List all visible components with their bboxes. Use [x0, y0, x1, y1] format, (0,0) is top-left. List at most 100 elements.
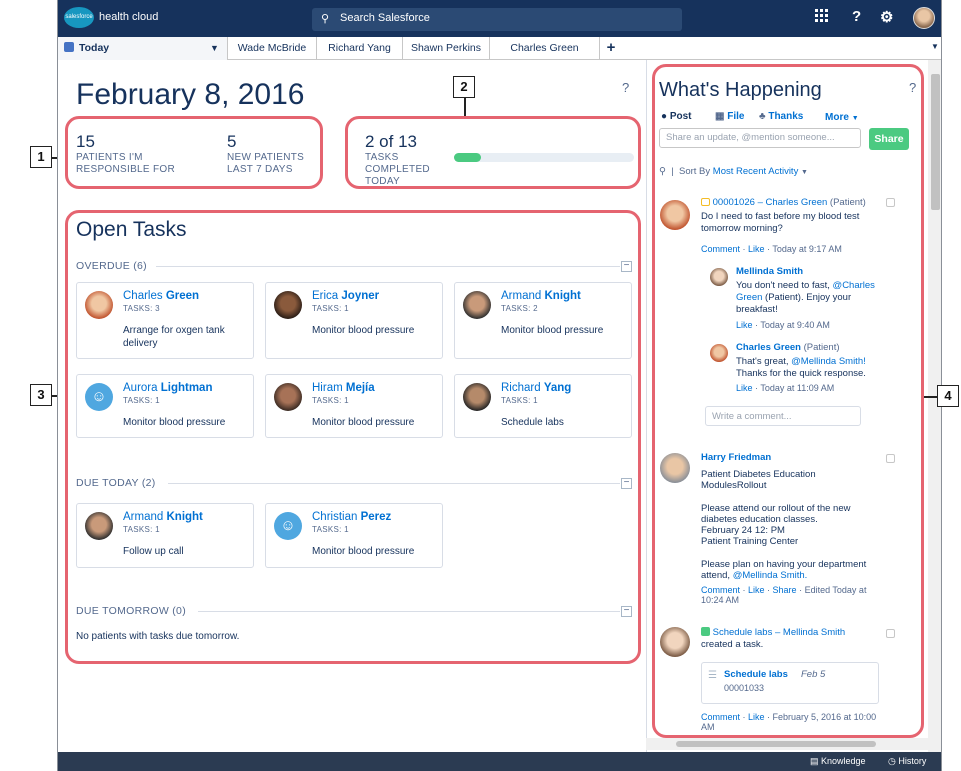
comment-link[interactable]: Comment	[701, 712, 740, 722]
reply-avatar	[710, 268, 728, 286]
patient-name[interactable]: Erica Joyner	[312, 290, 379, 302]
due-tomorrow-collapse-button[interactable]: −	[621, 606, 632, 617]
tab-menu-chevron-icon[interactable]: ▼	[210, 37, 219, 59]
user-avatar[interactable]	[913, 7, 935, 29]
case-record-link[interactable]: 00001026	[713, 197, 755, 208]
feed-search-icon[interactable]: ⚲	[659, 166, 666, 177]
add-tab-button[interactable]: +	[600, 37, 622, 60]
tab-richard-yang[interactable]: Richard Yang	[317, 37, 403, 60]
patient-name[interactable]: Armand Knight	[123, 511, 203, 523]
post-menu-button[interactable]	[886, 454, 895, 463]
patient-link[interactable]: Charles Green	[736, 342, 801, 353]
callout-badge-4: 4	[937, 385, 959, 407]
patient-task-card[interactable]: Richard Yang TASKS: 1 Schedule labs	[454, 374, 632, 438]
tab-today[interactable]: Today ▼	[58, 37, 228, 60]
publisher-file-tab[interactable]: ▦ File	[715, 111, 744, 122]
thanks-icon: ♣	[759, 111, 766, 122]
post-icon: ●	[661, 111, 668, 122]
tasks-progress-fill	[454, 153, 481, 162]
post3-actions: Comment · Like · February 5, 2016 at 10:…	[701, 712, 877, 722]
overdue-collapse-button[interactable]: −	[621, 261, 632, 272]
patient-name[interactable]: Christian Perez	[312, 511, 391, 523]
patient-task-card[interactable]: ☺ Aurora Lightman TASKS: 1 Monitor blood…	[76, 374, 254, 438]
global-search-input[interactable]: ⚲ Search Salesforce	[312, 8, 682, 31]
like-link[interactable]: Like	[748, 244, 765, 254]
post1-actions: Comment · Like · Today at 9:17 AM	[701, 244, 842, 254]
patient-name[interactable]: Charles Green	[123, 290, 199, 302]
patient-link[interactable]: Charles Green	[766, 197, 828, 208]
comment-link[interactable]: Comment	[701, 585, 740, 595]
salesforce-logo[interactable]: salesforce	[64, 7, 94, 28]
task-link[interactable]: Schedule labs	[713, 627, 773, 638]
horizontal-scrollbar-thumb[interactable]	[676, 741, 876, 747]
post2-line: Patient Training Center	[701, 536, 799, 547]
tab-wade-mcbride[interactable]: Wade McBride	[228, 37, 317, 60]
like-link[interactable]: Like	[736, 383, 753, 393]
patient-name[interactable]: Hiram Mejía	[312, 382, 375, 394]
post-menu-button[interactable]	[886, 629, 895, 638]
patient-avatar	[463, 291, 491, 319]
reply1-author[interactable]: Mellinda Smith	[736, 266, 803, 278]
task-description: Schedule labs	[501, 417, 564, 428]
setup-gear-icon[interactable]: ⚙	[880, 8, 893, 26]
patients-count: 15	[76, 132, 95, 151]
tab-charles-green[interactable]: Charles Green	[490, 37, 600, 60]
new-patients-label-1: NEW PATIENTS	[227, 152, 305, 163]
like-link[interactable]: Like	[748, 585, 765, 595]
feed-sort[interactable]: ⚲ | Sort By Most Recent Activity ▼	[659, 166, 808, 177]
share-link[interactable]: Share	[773, 585, 797, 595]
author-link[interactable]: Mellinda Smith	[783, 627, 845, 638]
share-button[interactable]: Share	[869, 128, 909, 150]
task-count: TASKS: 1	[312, 304, 349, 313]
feed-post-avatar	[660, 200, 690, 230]
patient-name[interactable]: Armand Knight	[501, 290, 581, 302]
publisher-more-menu[interactable]: More ▼	[825, 112, 859, 123]
task-attachment-date: Feb 5	[801, 669, 826, 680]
feed-post-avatar	[660, 453, 690, 483]
post-menu-button[interactable]	[886, 198, 895, 207]
new-patients-count: 5	[227, 132, 237, 151]
feed-help-icon[interactable]: ?	[909, 80, 916, 95]
tab-shawn-perkins[interactable]: Shawn Perkins	[403, 37, 490, 60]
scrollbar-thumb[interactable]	[931, 74, 940, 210]
patient-avatar	[274, 291, 302, 319]
patient-task-card[interactable]: ☺ Christian Perez TASKS: 1 Monitor blood…	[265, 503, 443, 568]
overdue-header: OVERDUE (6)	[76, 260, 147, 272]
patient-task-card[interactable]: Erica Joyner TASKS: 1 Monitor blood pres…	[265, 282, 443, 359]
publisher-post-tab[interactable]: ● Post	[661, 111, 692, 122]
task-attachment-card[interactable]: ☰ Schedule labs Feb 5 00001033	[701, 662, 879, 704]
task-icon	[701, 627, 710, 636]
product-name: health cloud	[99, 11, 159, 23]
due-tomorrow-header: DUE TOMORROW (0)	[76, 605, 186, 617]
post3-action: created a task.	[701, 639, 764, 650]
like-link[interactable]: Like	[736, 320, 753, 330]
patient-name[interactable]: Aurora Lightman	[123, 382, 212, 394]
patient-task-card[interactable]: Armand Knight TASKS: 1 Follow up call	[76, 503, 254, 568]
post2-author[interactable]: Harry Friedman	[701, 452, 771, 464]
patient-task-card[interactable]: Hiram Mejía TASKS: 1 Monitor blood press…	[265, 374, 443, 438]
patient-avatar	[85, 291, 113, 319]
today-app-icon	[64, 42, 74, 52]
history-utility-button[interactable]: ◷ History	[888, 756, 926, 767]
like-link[interactable]: Like	[748, 712, 765, 722]
patient-avatar	[85, 512, 113, 540]
apps-grid-icon[interactable]	[815, 9, 829, 27]
knowledge-utility-button[interactable]: ▤ Knowledge	[810, 756, 866, 767]
task-count: TASKS: 3	[123, 304, 160, 313]
task-attachment-title[interactable]: Schedule labs	[724, 669, 788, 680]
utility-bar: ▤ Knowledge ◷ History	[58, 752, 941, 771]
tab-overflow-chevron-icon[interactable]: ▼	[931, 42, 939, 51]
post2-edited-time: 10:24 AM	[701, 595, 740, 605]
comment-input[interactable]: Write a comment...	[705, 406, 861, 426]
comment-link[interactable]: Comment	[701, 244, 740, 254]
due-today-collapse-button[interactable]: −	[621, 478, 632, 489]
patient-name[interactable]: Richard Yang	[501, 382, 571, 394]
today-help-icon[interactable]: ?	[622, 80, 629, 95]
publisher-thanks-tab[interactable]: ♣ Thanks	[759, 111, 803, 122]
patient-task-card[interactable]: Armand Knight TASKS: 2 Monitor blood pre…	[454, 282, 632, 359]
feed-horizontal-scrollbar[interactable]	[646, 738, 928, 750]
tasks-progress-bar	[454, 153, 634, 162]
feed-composer-input[interactable]: Share an update, @mention someone...	[659, 128, 861, 148]
help-icon[interactable]: ?	[852, 8, 861, 25]
patient-task-card[interactable]: Charles Green TASKS: 3 Arrange for oxgen…	[76, 282, 254, 359]
